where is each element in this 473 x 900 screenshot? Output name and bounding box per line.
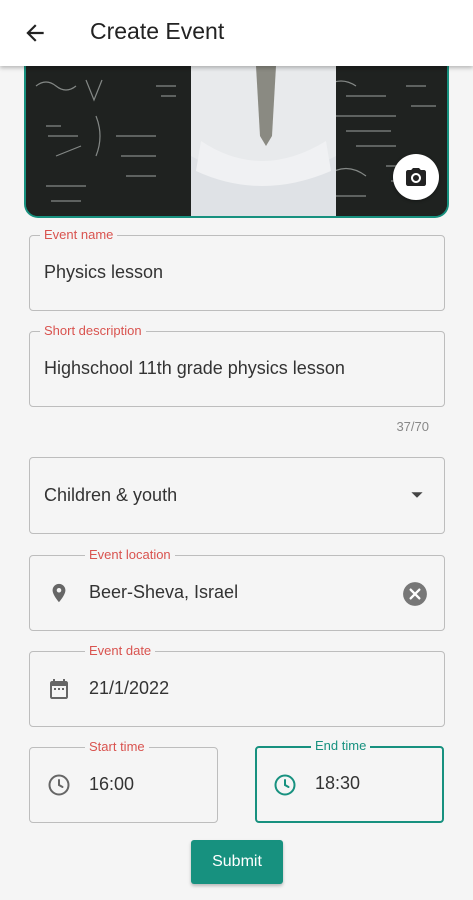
dropdown-arrow-icon	[410, 488, 424, 507]
event-name-label: Event name	[40, 227, 118, 243]
event-location-field[interactable]: Event location Beer-Sheva, Israel	[29, 547, 445, 631]
event-cover-image[interactable]	[24, 66, 449, 218]
short-description-label: Short description	[40, 323, 146, 339]
clear-icon[interactable]	[402, 581, 428, 612]
page-title: Create Event	[90, 18, 225, 44]
category-value: Children & youth	[44, 485, 178, 505]
short-description-field[interactable]: Short description Highschool 11th grade …	[29, 323, 445, 407]
clock-icon	[273, 773, 297, 802]
end-time-field[interactable]: End time 18:30	[255, 738, 444, 823]
event-location-value: Beer-Sheva, Israel	[89, 582, 239, 602]
event-date-label: Event date	[85, 643, 156, 659]
start-time-value: 16:00	[89, 774, 135, 794]
category-select[interactable]: Children & youth	[29, 457, 445, 534]
event-name-field[interactable]: Event name Physics lesson	[29, 227, 445, 311]
character-counter: 37/70	[396, 419, 429, 434]
location-pin-icon	[48, 581, 70, 610]
end-time-label: End time	[311, 738, 371, 754]
start-time-label: Start time	[85, 739, 149, 755]
start-time-field[interactable]: Start time 16:00	[29, 739, 218, 823]
submit-button[interactable]: Submit	[191, 840, 283, 884]
end-time-value: 18:30	[315, 773, 361, 793]
event-date-field[interactable]: Event date 21/1/2022	[29, 643, 445, 727]
event-date-value: 21/1/2022	[89, 678, 170, 698]
camera-icon[interactable]	[393, 154, 439, 200]
event-name-value: Physics lesson	[44, 262, 164, 282]
app-bar: Create Event	[0, 0, 473, 66]
arrow-back-icon[interactable]	[22, 20, 48, 46]
event-location-label: Event location	[85, 547, 175, 563]
calendar-icon	[47, 677, 71, 706]
clock-icon	[47, 773, 71, 802]
short-description-value: Highschool 11th grade physics lesson	[44, 358, 345, 378]
